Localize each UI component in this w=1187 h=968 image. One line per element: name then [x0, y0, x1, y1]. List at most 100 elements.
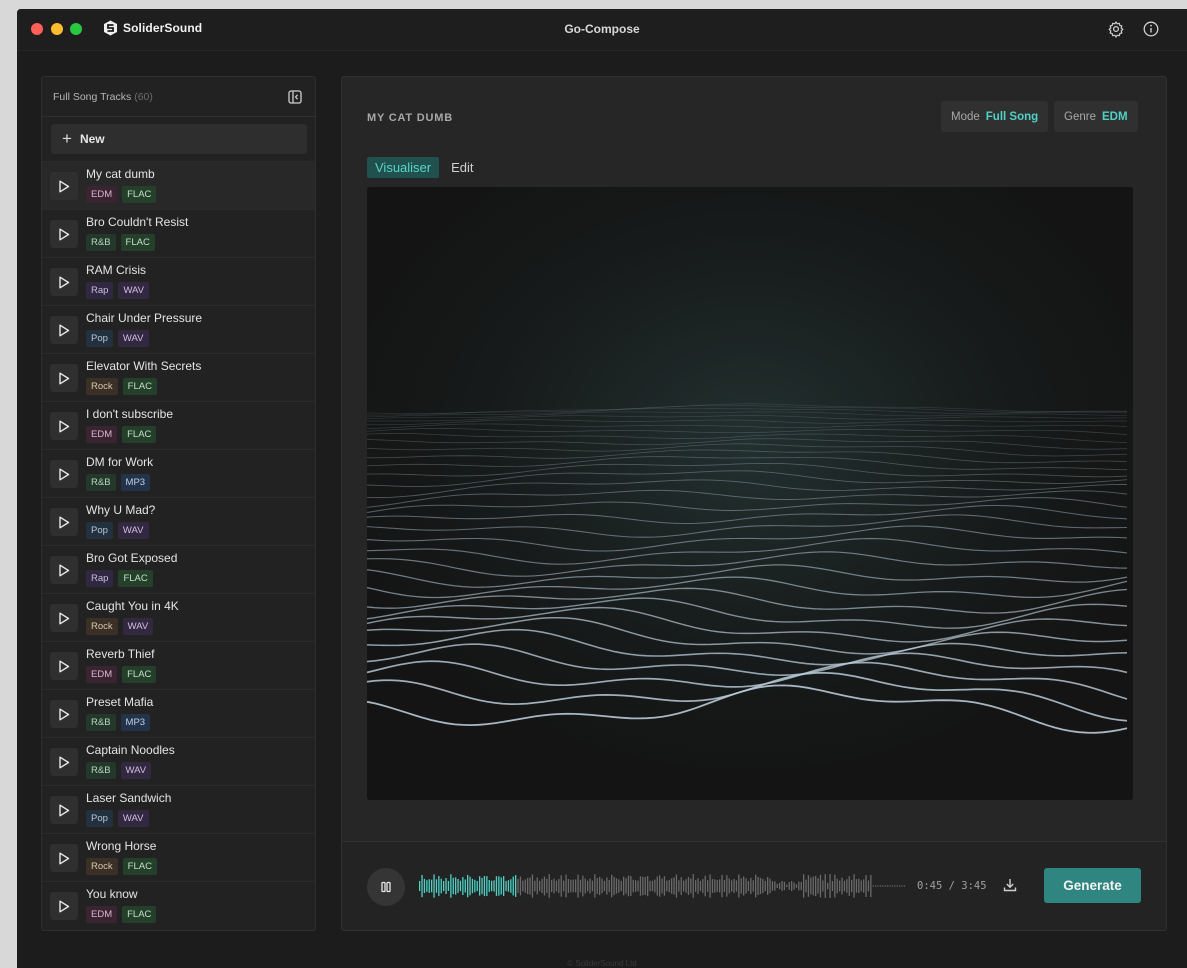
track-row[interactable]: Bro Couldn't Resist R&B FLAC — [42, 209, 315, 257]
view-tabs: Visualiser Edit — [367, 157, 482, 178]
waveform-bar — [524, 879, 526, 893]
waveform-bar — [747, 881, 750, 892]
play-button[interactable] — [50, 364, 78, 392]
format-tag: WAV — [117, 330, 149, 347]
waveform-bar — [572, 879, 574, 893]
waveform-bar — [596, 878, 598, 894]
format-tag: WAV — [117, 522, 149, 539]
waveform-bar — [793, 882, 795, 890]
track-row[interactable]: My cat dumb EDM FLAC — [42, 161, 315, 209]
waveform-bar — [543, 876, 546, 896]
track-tags: EDM FLAC — [86, 906, 157, 923]
track-row[interactable]: Why U Mad? Pop WAV — [42, 497, 315, 545]
tab-edit[interactable]: Edit — [443, 157, 481, 178]
track-row[interactable]: Chair Under Pressure Pop WAV — [42, 305, 315, 353]
play-button[interactable] — [50, 892, 78, 920]
genre-tag: R&B — [86, 714, 116, 731]
track-row[interactable]: I don't subscribe EDM FLAC — [42, 401, 315, 449]
play-button[interactable] — [50, 748, 78, 776]
track-row[interactable]: Preset Mafia R&B MP3 — [42, 689, 315, 737]
waveform-bar — [807, 875, 810, 897]
track-row[interactable]: Bro Got Exposed Rap FLAC — [42, 545, 315, 593]
play-icon — [59, 420, 70, 432]
track-row[interactable]: Reverb Thief EDM FLAC — [42, 641, 315, 689]
titlebar: SoliderSound Go-Compose — [17, 9, 1187, 51]
track-row[interactable]: RAM Crisis Rap WAV — [42, 257, 315, 305]
play-button[interactable] — [50, 556, 78, 584]
mode-selector[interactable]: Mode Full Song — [941, 101, 1049, 132]
waveform-bar — [714, 879, 716, 893]
waveform-bar — [589, 878, 591, 894]
waveform-bar — [707, 880, 709, 892]
new-track-button[interactable]: + New — [51, 124, 307, 154]
track-row[interactable]: You know EDM FLAC — [42, 881, 315, 929]
track-name: My cat dumb — [86, 167, 155, 181]
tab-visualiser[interactable]: Visualiser — [367, 157, 440, 178]
waveform-bar — [649, 880, 651, 892]
format-tag: FLAC — [122, 666, 157, 683]
waveform-bar — [716, 880, 718, 892]
generate-button[interactable]: Generate — [1044, 868, 1141, 903]
track-tags: EDM FLAC — [86, 186, 157, 203]
track-row[interactable]: Laser Sandwich Pop WAV — [42, 785, 315, 833]
visualiser-canvas — [367, 187, 1133, 800]
waveform-scrubber[interactable] — [419, 872, 907, 900]
waveform-bar — [539, 880, 541, 892]
info-icon[interactable] — [1142, 20, 1160, 38]
track-row[interactable]: Wrong Horse Rock FLAC — [42, 833, 315, 881]
track-name: I don't subscribe — [86, 407, 174, 421]
genre-selector[interactable]: Genre EDM — [1054, 101, 1138, 132]
waveform-bar — [690, 878, 692, 894]
genre-tag: R&B — [86, 234, 116, 251]
play-button[interactable] — [50, 172, 78, 200]
play-button[interactable] — [50, 268, 78, 296]
track-row[interactable]: Caught You in 4K Rock WAV — [42, 593, 315, 641]
download-icon[interactable] — [1002, 877, 1018, 893]
waveform-bar — [421, 875, 423, 898]
waveform-bar — [891, 885, 894, 887]
play-button[interactable] — [50, 220, 78, 248]
track-row[interactable]: Elevator With Secrets Rock FLAC — [42, 353, 315, 401]
track-tags: Rap WAV — [86, 282, 150, 299]
play-icon — [59, 180, 70, 192]
waveform-bar — [534, 880, 536, 892]
format-tag: FLAC — [122, 186, 157, 203]
wave-terrain-graphic — [367, 187, 1133, 800]
plus-icon: + — [62, 128, 72, 148]
track-tags: Rock WAV — [86, 618, 154, 635]
play-button[interactable] — [50, 796, 78, 824]
track-row[interactable]: DM for Work R&B MP3 — [42, 449, 315, 497]
play-icon — [59, 468, 70, 480]
play-button[interactable] — [50, 508, 78, 536]
play-button[interactable] — [50, 316, 78, 344]
play-button[interactable] — [50, 652, 78, 680]
waveform-bar — [447, 880, 450, 891]
waveform-bar — [452, 877, 454, 895]
waveform-bar — [639, 876, 642, 896]
play-icon — [59, 276, 70, 288]
track-tags: Rap FLAC — [86, 570, 153, 587]
waveform-bar — [829, 874, 831, 898]
play-button[interactable] — [50, 700, 78, 728]
track-row[interactable]: Captain Noodles R&B WAV — [42, 737, 315, 785]
genre-tag: Rock — [86, 618, 118, 635]
play-button[interactable] — [50, 412, 78, 440]
genre-tag: Pop — [86, 810, 113, 827]
waveform-bar — [575, 879, 577, 893]
waveform-bar — [560, 875, 562, 897]
waveform-bar — [776, 883, 778, 888]
play-button[interactable] — [50, 844, 78, 872]
waveform-bar — [618, 879, 620, 893]
gear-icon[interactable] — [1107, 20, 1125, 38]
play-button[interactable] — [50, 460, 78, 488]
waveform-bar — [519, 876, 522, 896]
sidebar-collapse-icon[interactable] — [288, 90, 302, 104]
waveform-bar — [536, 877, 538, 895]
play-button[interactable] — [50, 604, 78, 632]
waveform-bar — [731, 880, 733, 892]
waveform-bar — [663, 876, 666, 896]
waveform-bar — [627, 875, 630, 897]
pause-button[interactable] — [367, 868, 405, 906]
waveform-bar — [488, 880, 490, 892]
waveform-bar — [774, 881, 776, 891]
